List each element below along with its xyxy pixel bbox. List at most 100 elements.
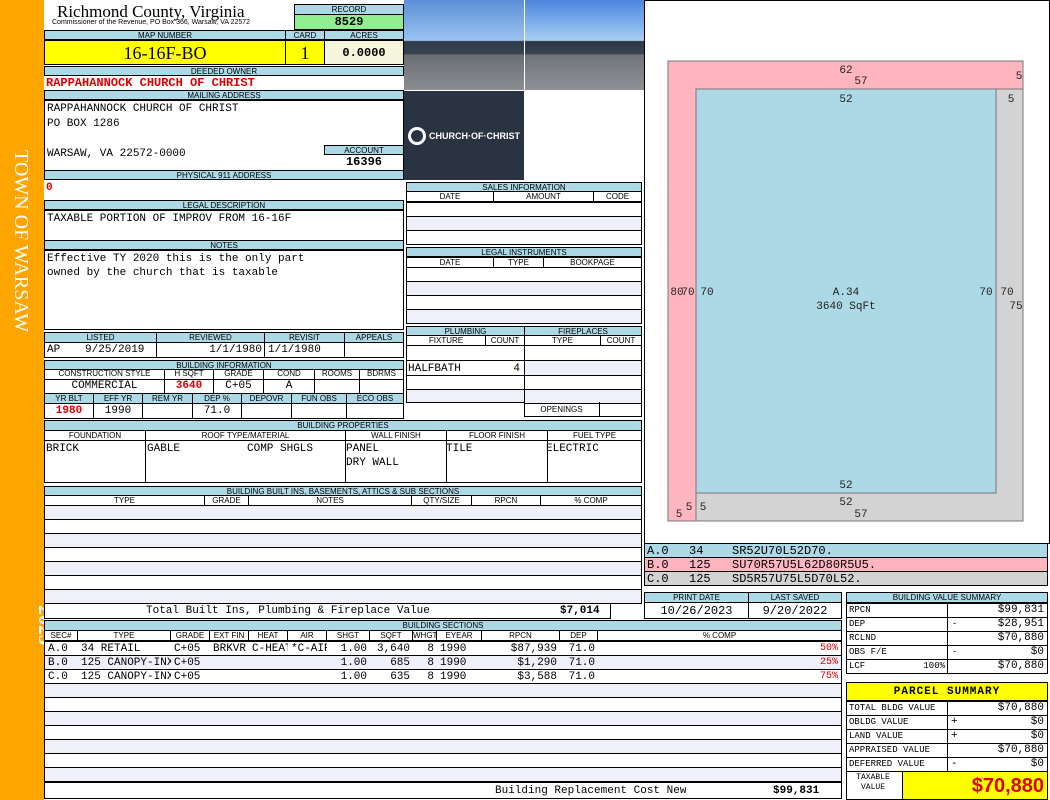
map-number-label: MAP NUMBER — [44, 30, 286, 40]
value-summary-pct — [909, 646, 948, 659]
eco-obs-label: ECO OBS — [356, 394, 394, 403]
legal-instrument-row — [406, 295, 642, 310]
eco-obs-value — [347, 404, 403, 418]
builtins-total-label: Total Built Ins, Plumbing & Fireplace Va… — [146, 605, 430, 617]
plumbing-count: 4 — [513, 363, 520, 375]
fixture-col: FIXTURE — [407, 336, 486, 345]
legal-instruments-title: LEGAL INSTRUMENTS — [406, 247, 642, 257]
section-cell: 71.0 — [568, 671, 595, 683]
sketch-legend-row[interactable]: A.0 34 SR52U70L52D70. — [644, 543, 1048, 558]
section-cell: 25% — [819, 657, 838, 668]
parcel-value: $0 — [1030, 716, 1044, 728]
sketch-dim: 52 — [839, 480, 852, 492]
parcel-value: $0 — [1030, 758, 1044, 770]
sketch-dim: 70 — [681, 287, 694, 299]
reviewed-date: 1/1/1980 — [157, 343, 265, 357]
legal-instrument-row — [406, 309, 642, 324]
parcel-sign: + — [951, 730, 958, 742]
building-photo-1[interactable] — [404, 0, 524, 90]
building-info-values-2: 1980 1990 71.0 — [44, 404, 404, 419]
last-saved: 9/20/2022 — [762, 604, 828, 618]
section-cell: C+05 — [174, 657, 201, 669]
print-values: 10/26/2023 9/20/2022 — [644, 602, 842, 619]
notes-text: Effective TY 2020 this is the only part … — [47, 253, 305, 279]
builtin-row — [44, 589, 642, 604]
wall-col: WALL FINISH — [346, 431, 447, 440]
section-row[interactable]: A.0 34 RETAIL C+05 BRKVR C-HEAT *C-AIR 1.00 3,6… — [44, 641, 842, 656]
legend-path: SU70R57U5L62D80R5U5. — [732, 558, 877, 571]
value-summary-label: DEP — [849, 619, 866, 629]
dep-pct-label: DEP % — [193, 394, 242, 403]
cond-label: COND — [264, 369, 315, 379]
legend-section: B.0 — [647, 558, 669, 571]
legend-code: 34 — [689, 544, 704, 557]
section-row[interactable] — [44, 739, 842, 754]
section-row[interactable] — [44, 767, 842, 782]
parcel-label: APPRAISED VALUE — [847, 744, 948, 757]
physical-address-label: PHYSICAL 911 ADDRESS — [44, 170, 404, 180]
value-summary-pct — [909, 604, 948, 617]
rooms-label: ROOMS — [315, 369, 360, 379]
card-number: 1 — [285, 40, 325, 65]
section-col-6: SHGT — [327, 631, 370, 640]
value-summary-row: RCLND $70,880 — [846, 631, 1048, 646]
cond-value: A — [264, 380, 315, 393]
acres-label: ACRES — [324, 30, 404, 40]
fuel-col: FUEL TYPE — [572, 431, 617, 440]
floor-finish: TILE — [446, 443, 473, 455]
section-row[interactable] — [44, 711, 842, 726]
parcel-value: $70,880 — [997, 744, 1044, 756]
building-sections-cols: SEC# TYPE GRADE EXT FIN HEAT AIR SHGT SQFT WHGT E… — [44, 630, 842, 641]
value-summary-title: BUILDING VALUE SUMMARY — [846, 592, 1048, 603]
value-summary-sign: - — [952, 619, 958, 629]
church-sign-photo[interactable]: CHURCH·OF·CHRIST — [404, 91, 524, 180]
sketch-legend-row[interactable]: C.0 125 SD5R57U75L5D70L52. — [644, 571, 1048, 586]
church-sign-text: CHURCH·OF·CHRIST — [429, 130, 520, 141]
section-col-5: AIR — [288, 631, 327, 640]
value-summary-row: DEP - $28,951 — [846, 617, 1048, 632]
section-cell: 3,640 — [376, 643, 410, 655]
map-number: 16-16F-BO — [44, 40, 286, 65]
section-cell: 1990 — [440, 657, 467, 669]
mailing-line-3: WARSAW, VA 22572-0000 — [47, 148, 186, 160]
depovr-value — [242, 404, 292, 418]
sketch-dim: 75 — [1009, 301, 1022, 313]
fuel-type: ELECTRIC — [546, 443, 599, 455]
dates-header: LISTED REVIEWED REVISIT APPEALS — [44, 332, 404, 343]
parcel-sign — [948, 702, 962, 715]
fun-obs-label: FUN OBS — [292, 394, 347, 403]
sales-cols: DATE AMOUNT CODE — [406, 191, 642, 202]
parcel-summary-row: TOTAL BLDG VALUE $70,880 — [846, 701, 1048, 716]
value-summary-label: OBS F/E — [849, 647, 887, 657]
hsqft-value: 3640 — [165, 380, 214, 393]
section-cell: 1990 — [440, 671, 467, 683]
value-summary-pct — [909, 618, 948, 631]
legend-path: SD5R57U75L5D70L52. — [732, 572, 862, 585]
sketch-panel[interactable]: 62 57 5 52 5 80 70 70 A.34 3640 SqFt 70 … — [644, 0, 1050, 544]
grade-value: C+05 — [214, 380, 264, 393]
floor-col: FLOOR FINISH — [447, 431, 548, 440]
section-row[interactable]: B.0 125 CANOPY-INXPNSC+05 1.00 685 8 1990 $1,2… — [44, 655, 842, 670]
grade-label: GRADE — [214, 369, 264, 379]
sidebar — [0, 0, 44, 800]
legend-path: SR52U70L52D70. — [732, 544, 833, 557]
building-photo-2[interactable] — [525, 0, 644, 90]
section-row[interactable] — [44, 725, 842, 740]
section-row[interactable] — [44, 753, 842, 768]
builtin-type-col: TYPE — [45, 496, 205, 505]
builtin-grade-col: GRADE — [205, 496, 249, 505]
sketch-dim: 52 — [839, 94, 852, 106]
sketch-legend-row[interactable]: B.0 125 SU70R57U5L62D80R5U5. — [644, 557, 1048, 572]
parcel-label: LAND VALUE — [847, 730, 948, 743]
sales-date-col: DATE — [407, 192, 494, 201]
section-row[interactable]: C.0 125 CANOPY-INXPNSC+05 1.00 635 8 1990 $3,5… — [44, 669, 842, 684]
deeded-owner-label: DEEDED OWNER — [44, 66, 404, 76]
value-summary-row: RPCN $99,831 — [846, 603, 1048, 618]
revisit-date: 1/1/1980 — [265, 343, 345, 357]
replacement-cost-label: Building Replacement Cost New — [495, 785, 687, 797]
mailing-line-1: RAPPAHANNOCK CHURCH OF CHRIST — [47, 103, 239, 115]
section-row[interactable] — [44, 697, 842, 712]
plumbing-fixture: HALFBATH — [408, 363, 461, 375]
section-row[interactable] — [44, 683, 842, 698]
legend-code: 125 — [689, 572, 711, 585]
